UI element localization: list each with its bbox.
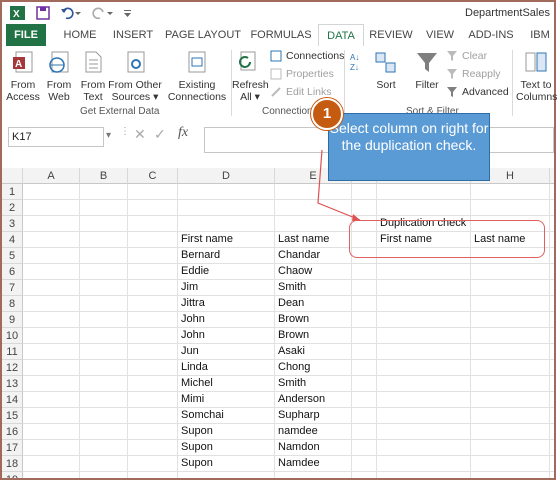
callout-arrow xyxy=(317,149,361,221)
instruction-callout: Select column on right for the duplicati… xyxy=(328,113,490,181)
step-number-badge: 1 xyxy=(311,98,343,130)
callout-text: Select column on right for the duplicati… xyxy=(329,120,489,153)
